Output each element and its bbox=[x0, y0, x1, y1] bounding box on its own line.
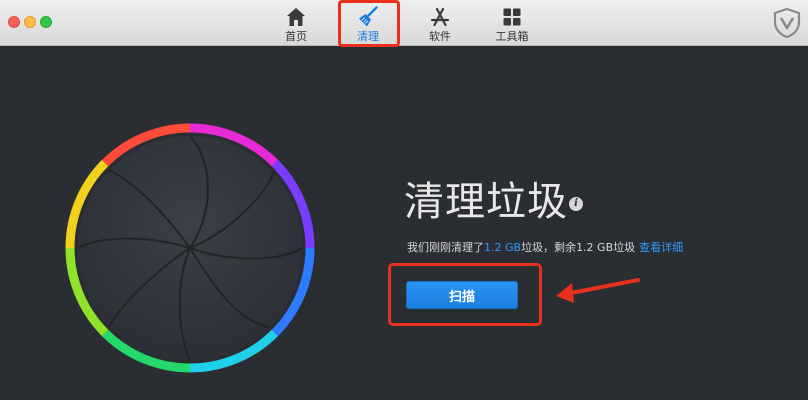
cleaned-amount: 1.2 GB bbox=[484, 241, 522, 254]
home-icon bbox=[287, 8, 305, 26]
summary-prefix: 我们刚刚清理了 bbox=[407, 241, 484, 254]
remaining-amount: 1.2 GB bbox=[576, 241, 614, 254]
tab-toolbox[interactable]: 工具箱 bbox=[484, 4, 540, 44]
tab-home[interactable]: 首页 bbox=[268, 4, 324, 44]
minimize-window-button[interactable] bbox=[24, 16, 36, 28]
tab-clean[interactable]: 清理 bbox=[340, 4, 396, 44]
tab-software[interactable]: 软件 bbox=[412, 4, 468, 44]
clean-summary: 我们刚刚清理了1.2 GB垃圾，剩余1.2 GB垃圾 查看详细 bbox=[407, 239, 683, 255]
tab-label: 首页 bbox=[285, 30, 307, 43]
info-icon[interactable]: i bbox=[569, 197, 583, 211]
tab-label: 工具箱 bbox=[495, 30, 529, 43]
tab-label: 软件 bbox=[429, 30, 451, 43]
close-window-button[interactable] bbox=[8, 16, 20, 28]
page-title: 清理垃圾 bbox=[404, 179, 568, 225]
scan-ring-graphic bbox=[65, 123, 315, 373]
window-titlebar: 首页 清理 软件 工具箱 bbox=[0, 0, 808, 47]
summary-middle: 垃圾，剩余 bbox=[521, 241, 577, 254]
grid-icon bbox=[503, 8, 521, 26]
shield-v-icon[interactable] bbox=[772, 7, 802, 39]
annotation-arrow bbox=[556, 278, 640, 303]
appstore-icon bbox=[430, 7, 450, 27]
tab-label: 清理 bbox=[357, 30, 379, 43]
zoom-window-button[interactable] bbox=[40, 16, 52, 28]
view-details-link[interactable]: 查看详细 bbox=[639, 241, 683, 254]
summary-suffix: 垃圾 bbox=[613, 241, 636, 254]
scan-button[interactable]: 扫描 bbox=[406, 281, 518, 309]
broom-icon bbox=[359, 6, 378, 27]
